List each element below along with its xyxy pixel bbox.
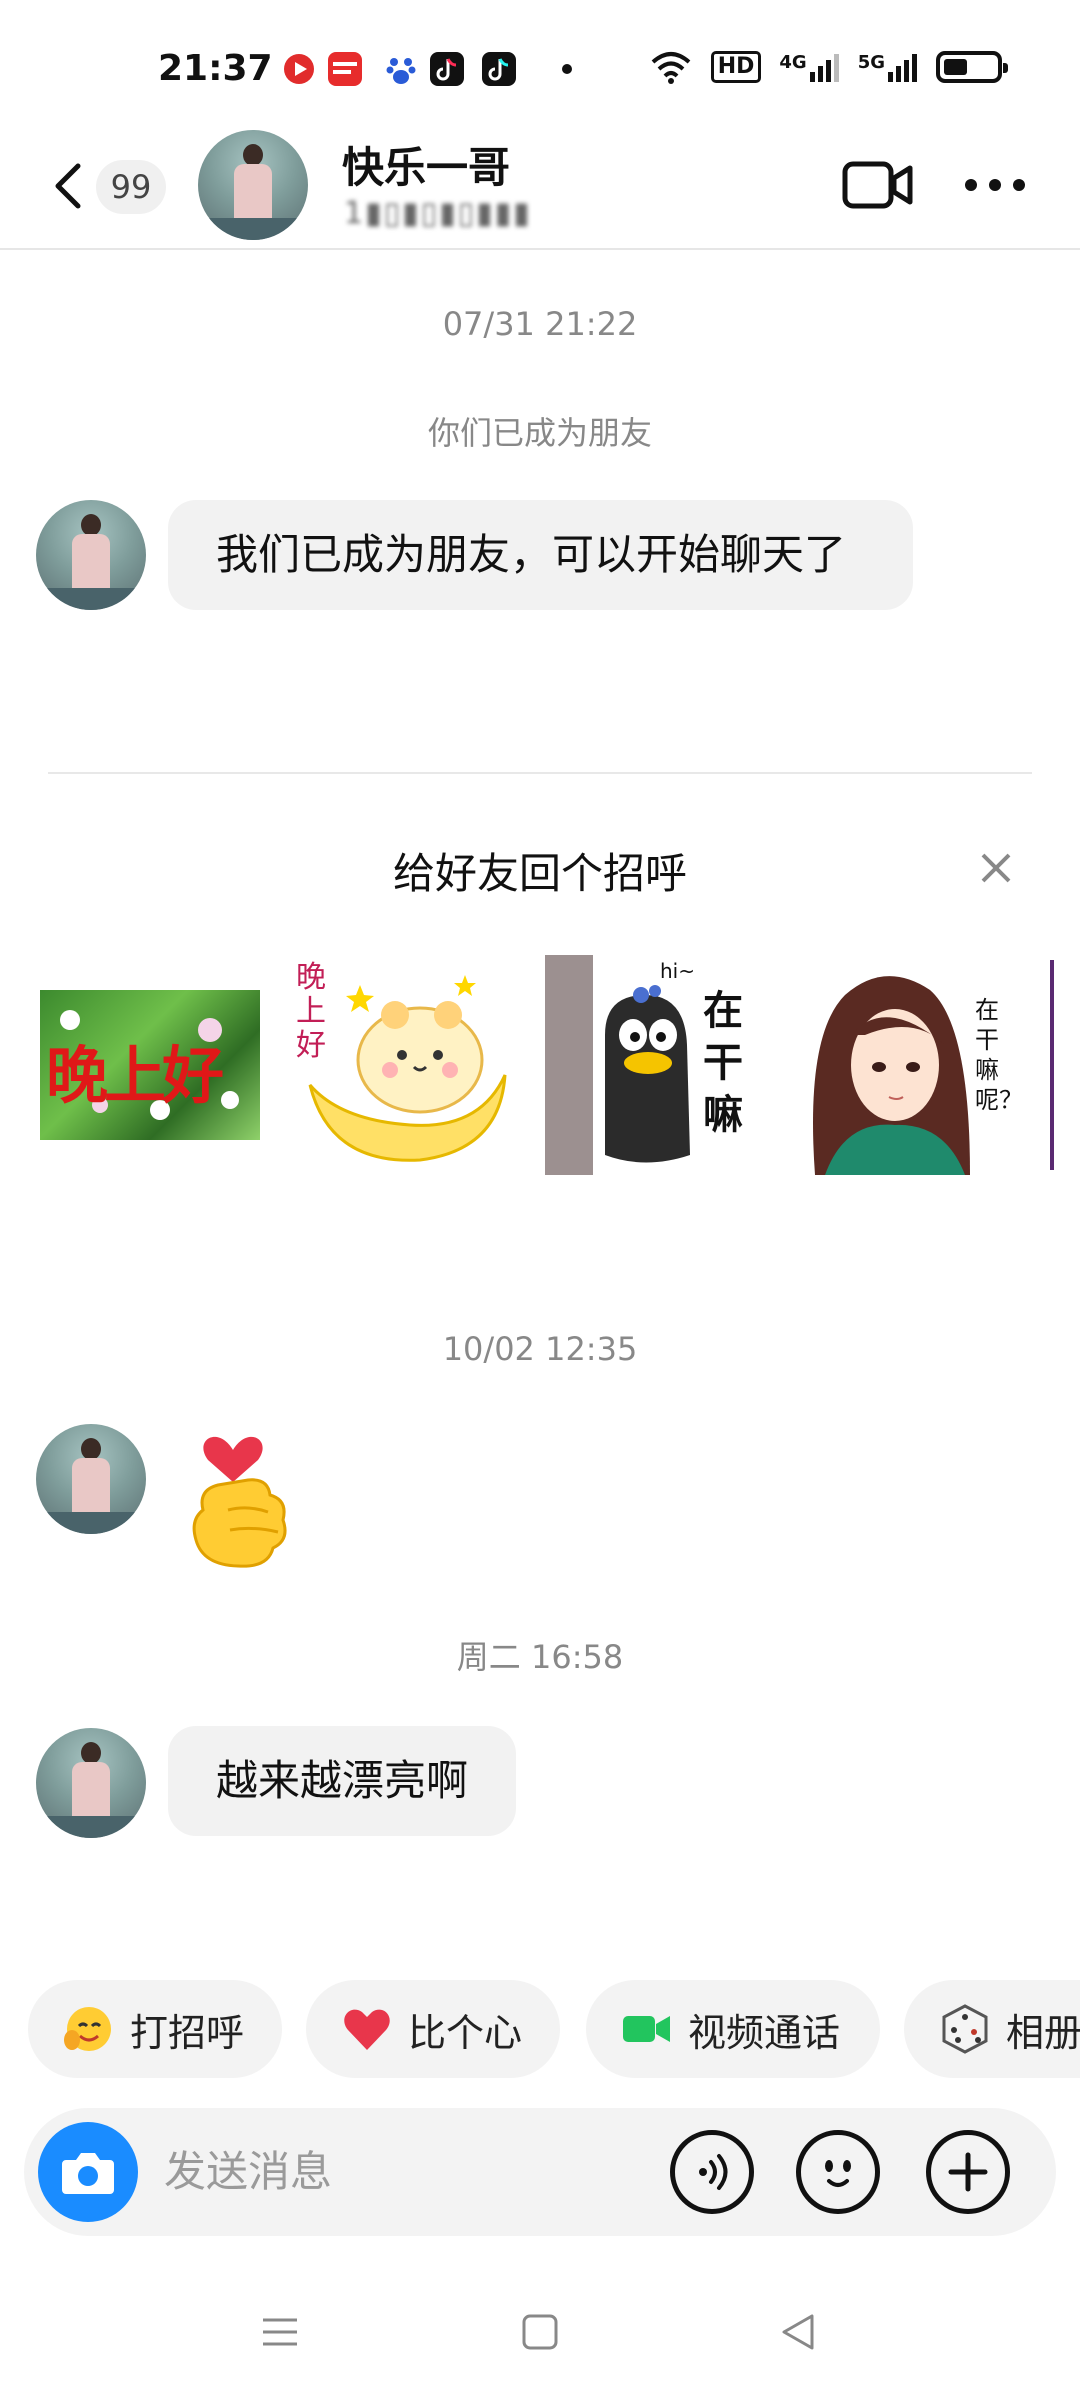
video-camera-icon — [620, 2002, 674, 2056]
sticker-text: 在干嘛 — [703, 988, 743, 1138]
quick-action-heart[interactable]: 比个心 — [306, 1980, 560, 2078]
message-timestamp: 10/02 12:35 — [442, 1330, 638, 1368]
plus-icon — [948, 2152, 988, 2192]
quick-action-video-call[interactable]: 视频通话 — [586, 1980, 880, 2078]
add-more-button[interactable] — [926, 2130, 1010, 2214]
baidu-icon — [384, 52, 418, 86]
sticker-scroll-edge — [1050, 960, 1054, 1170]
sticker-text: 在干嘛呢？ — [975, 996, 1010, 1114]
message-bubble[interactable]: 越来越漂亮啊 — [168, 1726, 517, 1836]
video-app-icon — [282, 52, 316, 86]
tiktok-icon — [430, 52, 464, 86]
contact-avatar[interactable] — [36, 1728, 146, 1838]
girl-sticker[interactable]: 在干嘛呢？ — [795, 955, 1010, 1175]
camera-button[interactable] — [38, 2122, 138, 2222]
message-timestamp: 07/31 21:22 — [442, 305, 638, 343]
chat-header: 99 快乐一哥 1▮▯▮▯▮▯▮▮▮ — [0, 130, 1080, 250]
camera-icon — [62, 2153, 114, 2194]
notification-dot-icon — [562, 64, 572, 74]
contact-avatar[interactable] — [36, 1424, 146, 1534]
message-input[interactable]: 发送消息 — [164, 2138, 332, 2199]
back-arrow-icon[interactable] — [48, 156, 88, 216]
status-indicators: HD 4G 5G — [649, 50, 1008, 84]
close-icon[interactable] — [978, 850, 1014, 886]
video-call-icon[interactable] — [842, 158, 914, 212]
message-bubble[interactable]: 我们已成为朋友，可以开始聊天了 — [168, 500, 913, 610]
finger-heart-emoji[interactable] — [178, 1420, 308, 1570]
toutiao-icon — [328, 52, 362, 86]
signal-icon — [888, 54, 917, 82]
divider — [48, 772, 1032, 774]
home-icon[interactable] — [520, 2312, 560, 2352]
battery-icon — [936, 51, 1008, 83]
signal-4g: 4G — [779, 52, 839, 82]
wifi-icon — [651, 52, 691, 84]
status-bar: 21:37 HD 4G 5G — [0, 0, 1080, 130]
contact-avatar[interactable] — [198, 130, 308, 240]
tiktok-icon — [482, 52, 516, 86]
quick-action-label: 相册 — [1006, 2010, 1080, 2055]
sticker-hi-text: hi~ — [660, 959, 695, 983]
contact-subtitle: 1▮▯▮▯▮▯▮▮▮ — [344, 196, 532, 231]
more-options-icon[interactable] — [962, 170, 1028, 200]
battery-fill — [944, 59, 968, 75]
quick-action-label: 比个心 — [408, 2010, 523, 2055]
signal-5g: 5G — [858, 52, 918, 82]
back-nav-icon[interactable] — [778, 2312, 818, 2352]
unread-count-badge[interactable]: 99 — [96, 160, 166, 214]
contact-avatar[interactable] — [36, 500, 146, 610]
dice-icon — [938, 2002, 992, 2056]
voice-button[interactable] — [670, 2130, 754, 2214]
quick-action-label: 打招呼 — [130, 2010, 245, 2055]
evening-flowers-sticker[interactable]: 晚上好 — [40, 990, 260, 1140]
message-input-bar: 发送消息 — [24, 2108, 1056, 2236]
menu-icon[interactable] — [260, 2312, 300, 2352]
sticker-text: 晚上好 — [296, 960, 326, 1063]
friend-added-notice: 你们已成为朋友 — [427, 414, 652, 452]
hamster-moon-sticker[interactable]: 晚上好 — [290, 955, 520, 1175]
system-nav-bar — [0, 2290, 1080, 2400]
sticker-text: 晚上好 — [46, 1039, 224, 1112]
emoji-icon — [825, 2160, 851, 2187]
penguin-sticker[interactable]: hi~ 在干嘛 — [545, 955, 760, 1175]
hd-voice-badge: HD — [710, 51, 762, 83]
wave-emoji-icon — [62, 2002, 116, 2056]
emoji-button[interactable] — [796, 2130, 880, 2214]
status-time: 21:37 — [158, 48, 273, 89]
contact-name[interactable]: 快乐一哥 — [342, 134, 510, 195]
quick-action-greet[interactable]: 打招呼 — [28, 1980, 282, 2078]
voice-icon — [699, 2154, 728, 2190]
quick-action-label: 视频通话 — [688, 2010, 841, 2055]
quick-action-album[interactable]: 相册 — [904, 1980, 1080, 2078]
signal-icon — [809, 54, 839, 82]
greeting-title: 给好友回个招呼 — [392, 849, 687, 898]
heart-icon — [340, 2002, 394, 2056]
message-timestamp: 周二 16:58 — [456, 1638, 624, 1676]
